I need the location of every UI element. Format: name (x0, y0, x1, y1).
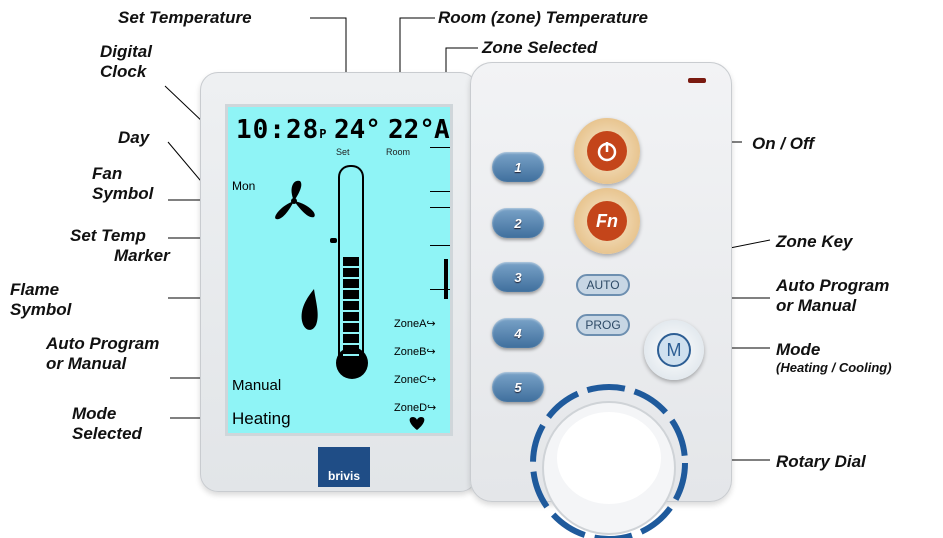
heart-icon (409, 417, 425, 430)
rotary-dial[interactable] (524, 378, 694, 538)
flame-icon (301, 289, 318, 330)
auto-button[interactable]: AUTO (576, 274, 630, 296)
zone-bar (444, 259, 448, 299)
zone-key-4[interactable]: 4 (492, 318, 544, 348)
zone-label-a: ZoneA↪ (394, 318, 436, 330)
zone-key-3[interactable]: 3 (492, 262, 544, 292)
prog-button[interactable]: PROG (576, 314, 630, 336)
fn-button[interactable]: Fn (574, 188, 640, 254)
lcd-zone-selected: A (434, 115, 450, 145)
lcd-room-temperature: 22° (388, 115, 435, 145)
callout-auto-program-right: Auto Program or Manual (776, 276, 890, 315)
lcd-screen: 10:28P 24° 22° A Set Room Mon ZoneA↪ Zon… (225, 104, 453, 436)
status-led (688, 78, 706, 83)
lcd-mode-program: Manual (232, 377, 282, 394)
scale-tick (430, 191, 450, 192)
callout-room-temperature: Room (zone) Temperature (438, 8, 649, 27)
brand-logo: brivis (318, 447, 370, 487)
callout-on-off: On / Off (752, 134, 815, 153)
scale-tick (430, 245, 450, 246)
callout-zone-key: Zone Key (776, 232, 853, 251)
callout-mode-selected: Mode Selected (72, 404, 142, 443)
fan-icon (275, 180, 315, 220)
callout-fan-symbol: Fan Symbol (92, 164, 154, 203)
zone-label-c: ZoneC↪ (394, 374, 437, 386)
power-icon (587, 131, 627, 171)
lcd-room-label: Room (386, 147, 411, 157)
callout-flame-symbol: Flame Symbol (10, 280, 72, 319)
mode-button-label: M (657, 333, 691, 367)
zone-key-2[interactable]: 2 (492, 208, 544, 238)
callout-rotary-dial: Rotary Dial (776, 452, 866, 471)
callout-set-temperature: Set Temperature (118, 8, 252, 27)
callout-mode: Mode (Heating / Cooling) (776, 340, 892, 375)
scale-tick (430, 207, 450, 208)
lcd-day: Mon (232, 179, 256, 193)
mode-button[interactable]: M (644, 320, 704, 380)
callout-digital-clock: Digital Clock (100, 42, 152, 81)
power-button[interactable] (574, 118, 640, 184)
set-temp-marker (330, 238, 337, 243)
fn-button-label: Fn (587, 201, 627, 241)
lcd-clock: 10:28P (236, 115, 328, 145)
callout-auto-program-left: Auto Program or Manual (46, 334, 160, 373)
zone-label-d: ZoneD↪ (394, 402, 437, 414)
zone-key-1[interactable]: 1 (492, 152, 544, 182)
lcd-set-label: Set (336, 147, 350, 157)
callout-day: Day (118, 128, 150, 147)
callout-zone-selected: Zone Selected (482, 38, 598, 57)
thermometer-level (343, 257, 359, 357)
callout-set-temp-marker: Set Temp Marker (70, 226, 170, 265)
scale-tick (430, 147, 450, 148)
lcd-mode-selected: Heating (232, 409, 291, 428)
lcd-set-temperature: 24° (334, 115, 381, 145)
zone-label-b: ZoneB↪ (394, 346, 436, 358)
